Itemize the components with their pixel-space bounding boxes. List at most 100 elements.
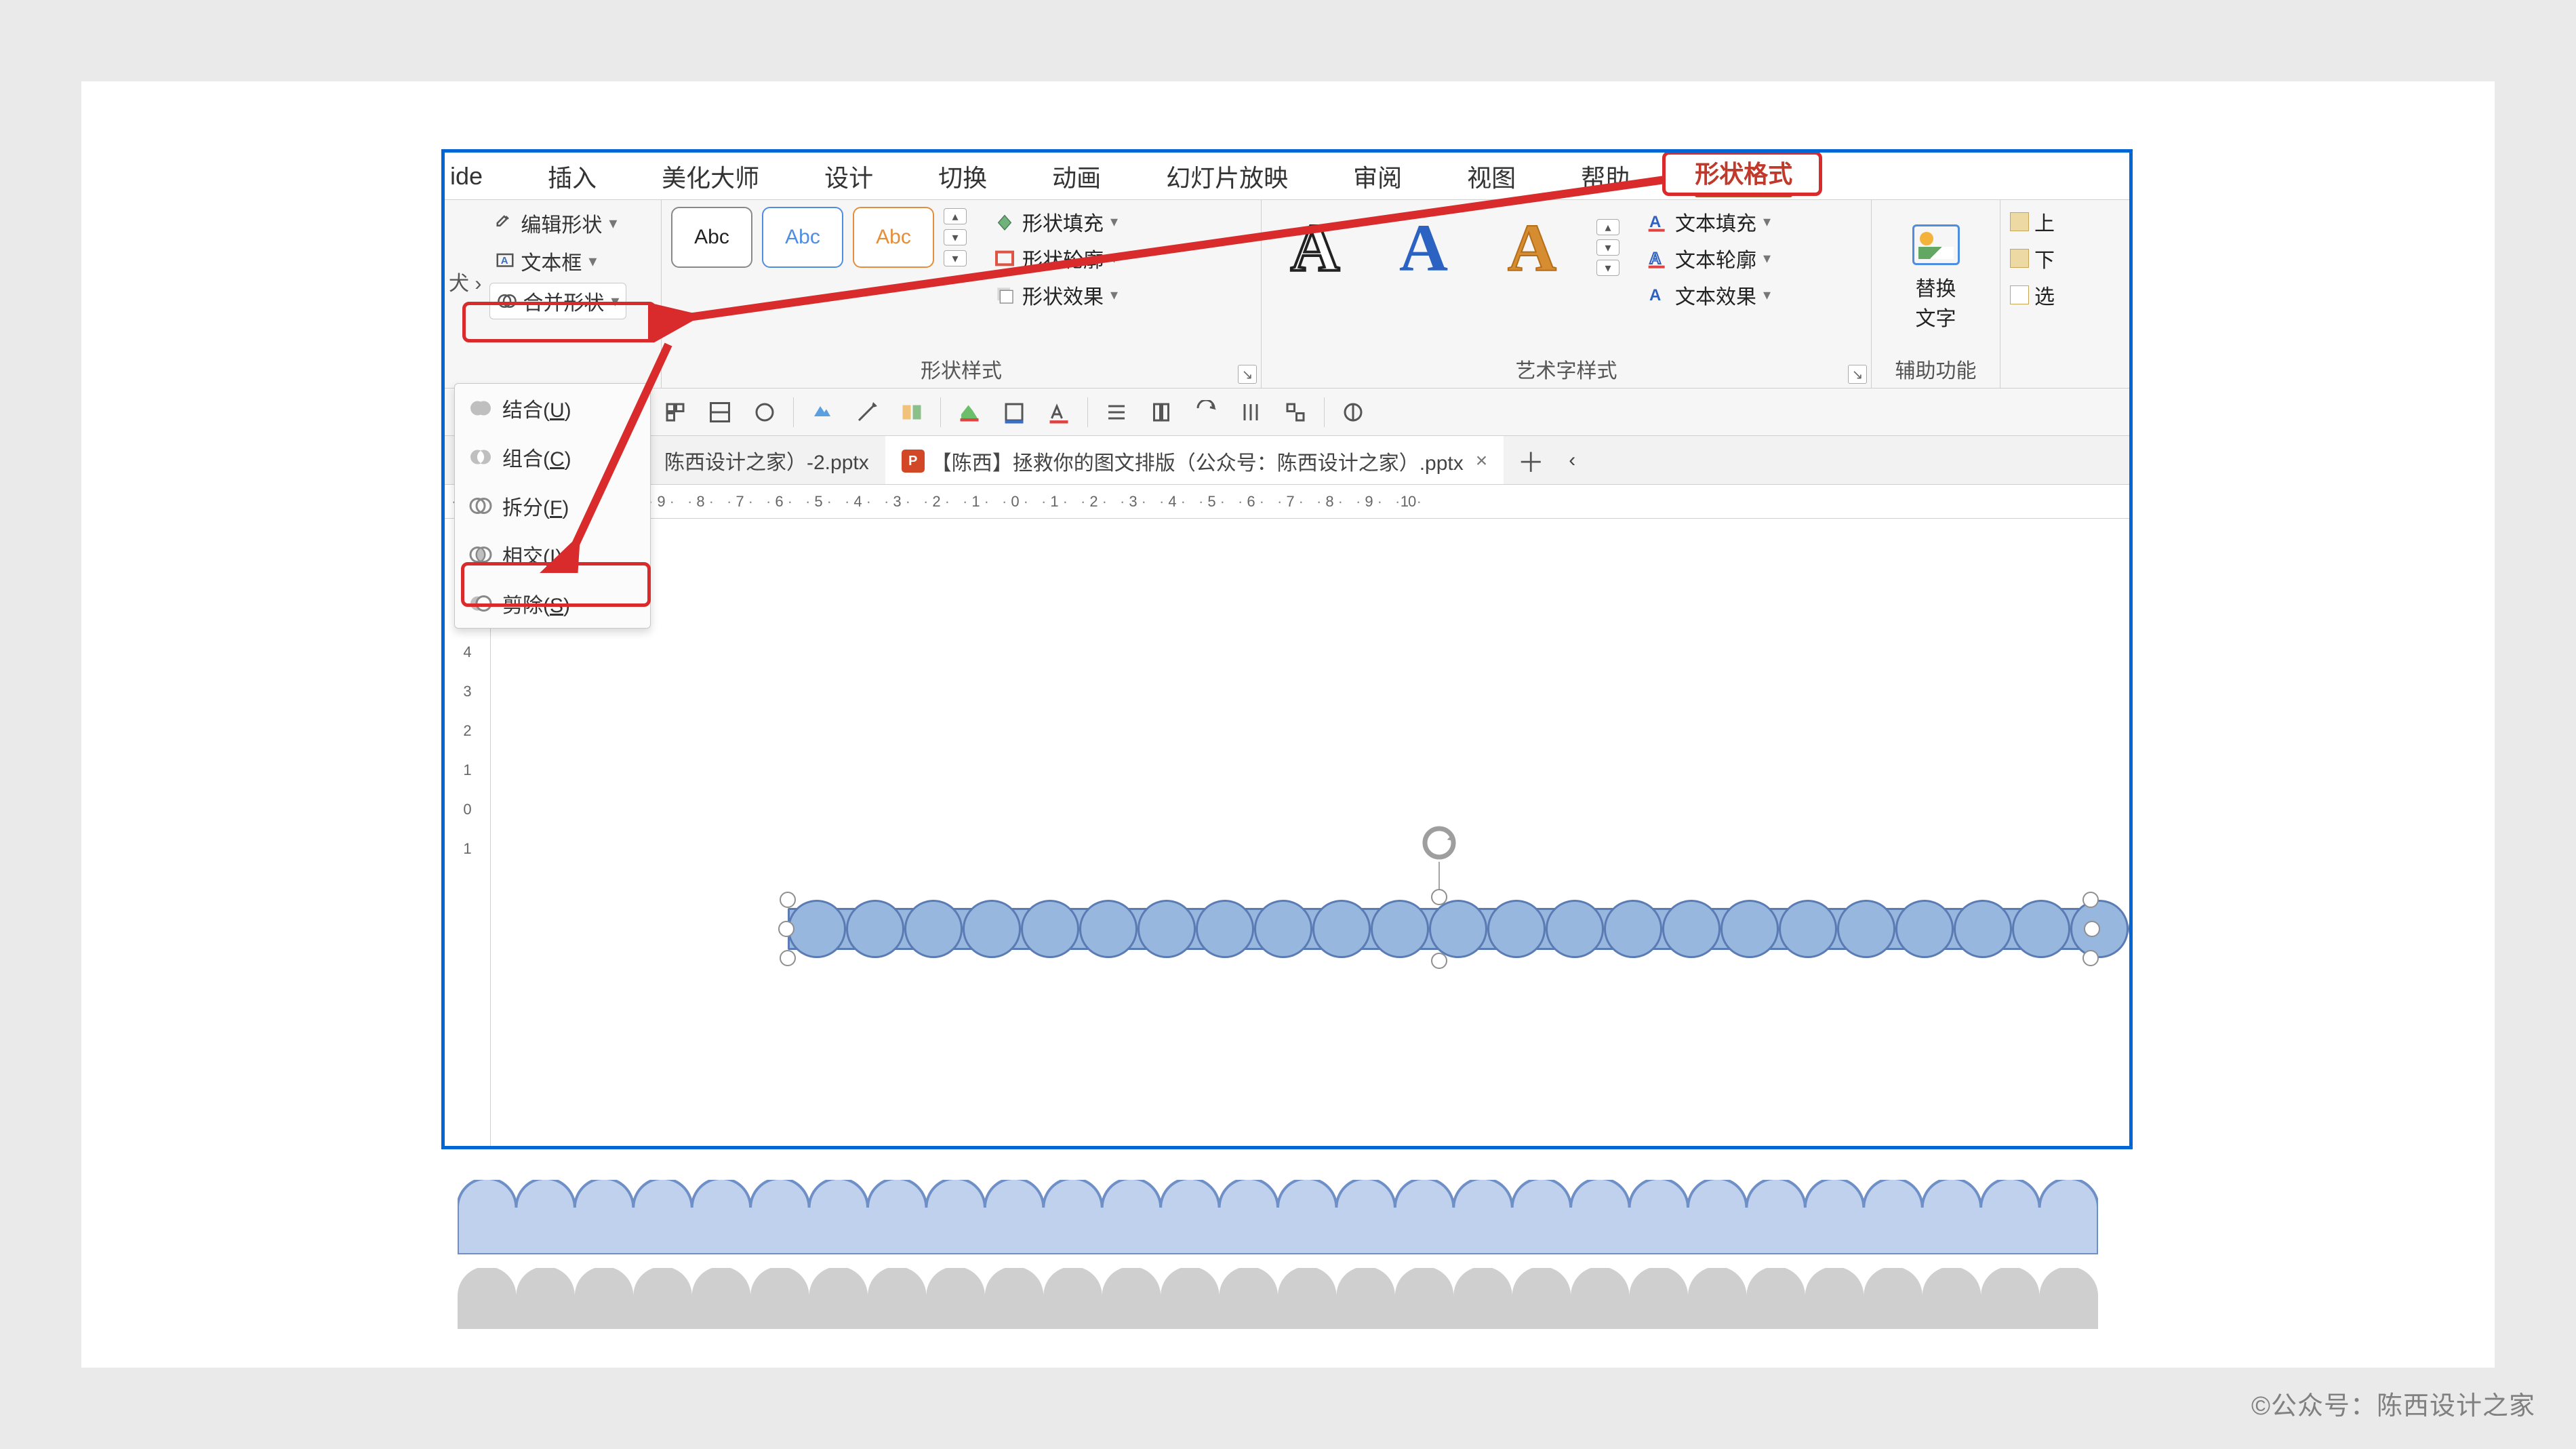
new-tab-button[interactable]: ＋ [1504,436,1558,484]
merge-shapes-menu: 结合(U) 组合(C) 拆分(F) 相交(I) 剪除(S) [454,383,651,629]
wordart-preset-1[interactable]: A [1271,207,1359,288]
text-effects-button[interactable]: A 文本效果▾ [1647,280,1771,310]
qat-btn-14[interactable] [1100,396,1133,429]
tab-beautify[interactable]: 美化大师 [629,159,792,194]
qat-btn-11[interactable] [953,396,986,429]
edit-shape-label: 编辑形状 [521,208,602,238]
wordart-preset-2[interactable]: A [1380,207,1468,288]
tab-review[interactable]: 审阅 [1321,159,1434,194]
layer-icon [2010,249,2029,268]
cropped-glyph: 犬 › [449,207,481,356]
menu-item-subtract[interactable]: 剪除(S) [455,579,650,628]
text-outline-icon: A [1647,247,1668,269]
selection-pane-button[interactable]: 选 [2010,280,2055,310]
rotate-handle[interactable] [1420,824,1458,862]
tab-view[interactable]: 视图 [1434,159,1548,194]
chevron-down-icon: ▾ [588,252,597,271]
resize-handle[interactable] [2084,921,2100,937]
resize-handle[interactable] [2082,950,2099,966]
qat-btn-13[interactable] [1043,396,1075,429]
svg-text:A: A [1649,286,1661,304]
shape-style-preset-3[interactable]: Abc [853,207,934,268]
textbox-button[interactable]: A 文本框 ▾ [489,245,626,277]
qat-btn-16[interactable] [1190,396,1222,429]
slide-canvas[interactable] [491,519,2129,1146]
bring-forward-label: 上 [2034,207,2055,237]
bring-forward-button[interactable]: 上 [2010,207,2055,237]
alt-text-label-1: 替换 [1916,272,1956,302]
merge-shapes-button[interactable]: 合并形状 ▾ [489,283,626,319]
menu-item-combine[interactable]: 组合(C) [455,433,650,481]
textbox-icon: A [495,251,515,271]
menu-item-union[interactable]: 结合(U) [455,384,650,433]
resize-handle[interactable] [780,892,796,908]
edit-shape-button[interactable]: 编辑形状 ▾ [489,207,626,239]
merge-shapes-icon [497,291,517,311]
menu-union-label: 结合 [502,399,543,422]
resize-handle[interactable] [1431,889,1447,905]
resize-handle[interactable] [2082,892,2099,908]
qat-btn-6[interactable] [704,396,736,429]
shape-circles-row [788,898,2091,959]
group-accessibility: 替换 文字 辅助功能 [1872,200,2000,388]
alt-text-button[interactable]: 替换 文字 [1912,224,1960,332]
group-shape-styles-label: 形状样式 [671,349,1251,385]
qat-btn-15[interactable] [1145,396,1178,429]
text-fill-icon: A [1647,211,1668,233]
merge-shapes-label: 合并形状 [523,286,604,316]
qat-btn-8[interactable] [806,396,839,429]
menu-fragment-key: F [550,497,562,519]
shape-outline-button[interactable]: 形状轮廓▾ [994,243,1118,273]
resize-handle[interactable] [778,921,794,937]
selected-shape[interactable] [788,898,2091,959]
qat-btn-5[interactable] [659,396,691,429]
resize-handle[interactable] [780,950,796,966]
dialog-launcher-icon[interactable]: ↘ [1848,365,1867,384]
tab-shape-format[interactable]: 形状格式 [1662,155,1825,197]
selection-pane-label: 选 [2034,280,2055,310]
shape-style-preset-2[interactable]: Abc [762,207,843,268]
shape-outline-label: 形状轮廓 [1022,243,1104,273]
send-backward-button[interactable]: 下 [2010,243,2055,273]
tab-help[interactable]: 帮助 [1548,159,1662,194]
shape-fill-icon [994,211,1015,233]
qat-btn-9[interactable] [851,396,883,429]
scallop-shape-grey [458,1268,2098,1329]
qat-btn-7[interactable] [748,396,781,429]
qat-btn-19[interactable] [1337,396,1369,429]
wordart-preset-3[interactable]: A [1488,207,1576,288]
rotate-connector [1438,862,1440,892]
menu-item-fragment[interactable]: 拆分(F) [455,481,650,530]
dialog-launcher-icon[interactable]: ↘ [1238,365,1257,384]
chevron-more-icon: ▾ [1596,260,1619,276]
tab-insert[interactable]: 插入 [515,159,629,194]
tab-animation[interactable]: 动画 [1020,159,1133,194]
tab-slideshow[interactable]: 幻灯片放映 [1133,159,1321,194]
qat-btn-17[interactable] [1234,396,1267,429]
shape-style-preset-1[interactable]: Abc [671,207,752,268]
text-effects-label: 文本效果 [1675,280,1756,310]
close-icon[interactable]: × [1470,450,1488,473]
tab-cropped[interactable]: ide [445,162,515,191]
text-outline-button[interactable]: A 文本轮廓▾ [1647,243,1771,273]
doc-tab-2-active[interactable]: P 【陈西】拯救你的图文排版（公众号：陈西设计之家）.pptx × [885,436,1504,484]
shape-effects-button[interactable]: 形状效果▾ [994,280,1118,310]
qat-btn-10[interactable] [895,396,928,429]
menu-intersect-key: I [550,546,555,568]
svg-text:A: A [1649,213,1661,231]
tab-scroll-left[interactable]: ‹ [1558,436,1586,484]
resize-handle[interactable] [1431,953,1447,969]
tab-transition[interactable]: 切换 [906,159,1020,194]
preset-scroll[interactable]: ▴ ▾ ▾ [944,207,967,268]
doc-tab-2-label: 【陈西】拯救你的图文排版（公众号：陈西设计之家）.pptx [931,446,1464,476]
qat-btn-18[interactable] [1279,396,1312,429]
tab-design[interactable]: 设计 [792,159,906,194]
combine-icon [468,445,493,469]
wordart-scroll[interactable]: ▴ ▾ ▾ [1596,219,1619,276]
text-fill-button[interactable]: A 文本填充▾ [1647,207,1771,237]
menu-item-intersect[interactable]: 相交(I) [455,530,650,579]
alt-text-icon [1912,224,1960,265]
shape-fill-button[interactable]: 形状填充▾ [994,207,1118,237]
group-label-blank [449,356,651,385]
qat-btn-12[interactable] [998,396,1030,429]
